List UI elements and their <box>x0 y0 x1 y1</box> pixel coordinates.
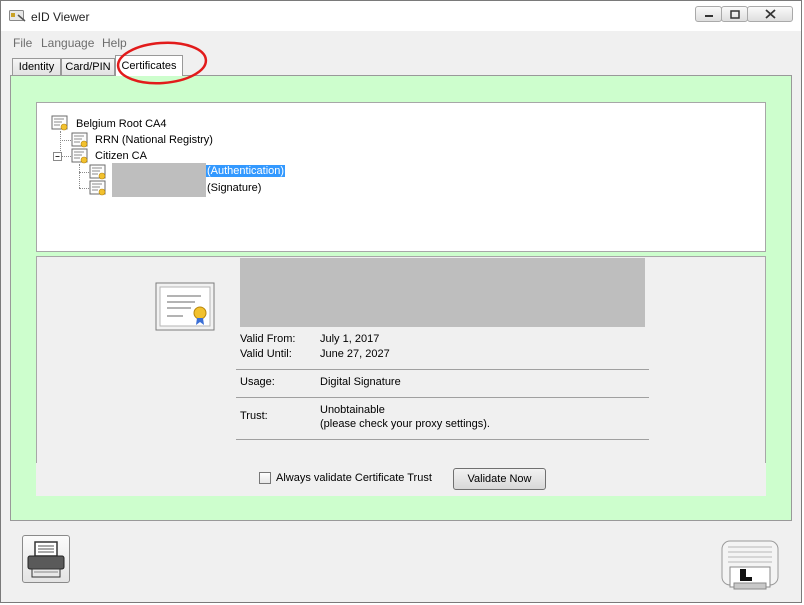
valid-from-value: July 1, 2017 <box>320 333 380 345</box>
trust-note: (please check your proxy settings). <box>320 418 490 430</box>
maximize-button[interactable] <box>721 6 748 22</box>
redacted-name <box>112 163 206 197</box>
validate-now-button[interactable]: Validate Now <box>453 468 546 490</box>
trust-label: Trust: <box>240 410 268 422</box>
close-button[interactable] <box>747 6 793 22</box>
divider <box>236 439 649 440</box>
divider <box>236 397 649 398</box>
tab-card-pin[interactable]: Card/PIN <box>61 58 115 75</box>
always-validate-checkbox[interactable] <box>259 472 271 484</box>
tree-line <box>62 156 71 157</box>
highlight-circle-annotation <box>116 41 208 85</box>
usage-label: Usage: <box>240 376 275 388</box>
collapse-toggle[interactable] <box>53 152 62 161</box>
certificate-icon <box>51 115 68 131</box>
print-button[interactable] <box>22 535 70 583</box>
tree-item-citizen-ca[interactable]: Citizen CA <box>95 150 147 162</box>
menu-language[interactable]: Language <box>41 36 94 50</box>
tab-identity[interactable]: Identity <box>12 58 61 75</box>
certificate-icon <box>89 164 106 180</box>
valid-until-value: June 27, 2027 <box>320 348 390 360</box>
valid-from-label: Valid From: <box>240 333 296 345</box>
trust-value: Unobtainable <box>320 404 385 416</box>
title-bar <box>1 1 801 31</box>
window-title: eID Viewer <box>31 10 90 24</box>
tree-item-signature[interactable]: (Signature) <box>207 182 261 194</box>
usage-value: Digital Signature <box>320 376 401 388</box>
always-validate-label[interactable]: Always validate Certificate Trust <box>276 472 432 484</box>
eid-card-icon <box>9 10 26 22</box>
certificate-icon <box>89 180 106 196</box>
minimize-button[interactable] <box>695 6 722 22</box>
tree-line <box>60 140 71 141</box>
menu-file[interactable]: File <box>13 36 32 50</box>
valid-until-label: Valid Until: <box>240 348 292 360</box>
tree-item-root-ca[interactable]: Belgium Root CA4 <box>76 118 167 130</box>
minus-icon <box>55 156 60 157</box>
redacted-holder-info <box>240 258 645 327</box>
tree-item-rrn[interactable]: RRN (National Registry) <box>95 134 213 146</box>
certificate-icon <box>71 132 88 148</box>
tree-item-authentication[interactable]: (Authentication) <box>206 165 286 177</box>
certificate-document-icon <box>155 282 215 331</box>
maximize-icon <box>729 9 740 19</box>
tree-line <box>79 172 89 173</box>
certificate-icon <box>71 148 88 164</box>
tree-line <box>79 164 80 188</box>
close-icon <box>764 9 776 19</box>
printer-icon <box>27 541 65 578</box>
tree-line <box>79 188 89 189</box>
card-reader-icon <box>721 540 779 590</box>
selected-label: (Authentication) <box>206 165 286 177</box>
divider <box>236 369 649 370</box>
minimize-icon <box>704 15 713 17</box>
